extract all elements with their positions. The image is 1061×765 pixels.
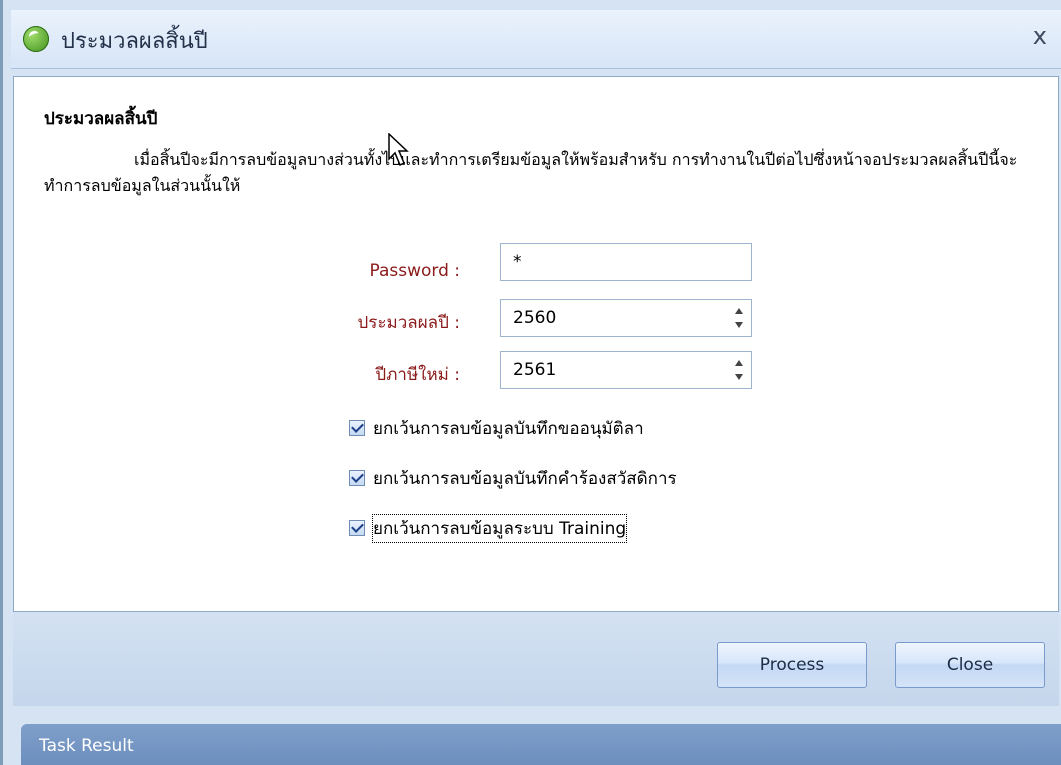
task-result-label: Task Result <box>39 736 134 756</box>
content-panel: ประมวลผลสิ้นปี เมื่อสิ้นปีจะมีการลบข้อมู… <box>13 76 1059 612</box>
spin-arrows-icon[interactable] <box>733 306 745 330</box>
section-heading: ประมวลผลสิ้นปี <box>44 109 158 129</box>
option-welfare-request[interactable]: ยกเว้นการลบข้อมูลบันทึกคำร้องสวัสดิการ <box>349 467 677 489</box>
process-button[interactable]: Process <box>717 642 867 688</box>
checkbox-checked-icon[interactable] <box>349 420 365 436</box>
footer-bar: Process Close <box>13 612 1059 706</box>
process-year-value: 2560 <box>513 308 557 328</box>
year-end-dialog: ประมวลผลสิ้นปี x ประมวลผลสิ้นปี เมื่อสิ้… <box>0 0 1061 765</box>
close-window-button[interactable]: x <box>1033 22 1047 50</box>
password-field[interactable]: * <box>500 243 752 281</box>
window-title: ประมวลผลสิ้นปี <box>61 29 208 54</box>
process-year-label: ประมวลผลปี : <box>357 313 460 333</box>
new-tax-year-stepper[interactable]: 2561 <box>500 351 752 389</box>
close-button[interactable]: Close <box>895 642 1045 688</box>
process-year-stepper[interactable]: 2560 <box>500 299 752 337</box>
option-leave-request[interactable]: ยกเว้นการลบข้อมูลบันทึกขออนุมัติลา <box>349 417 644 439</box>
password-label: Password : <box>369 261 460 281</box>
globe-refresh-icon <box>23 26 49 52</box>
new-tax-year-label: ปีภาษีใหม่ : <box>375 365 460 385</box>
title-bar: ประมวลผลสิ้นปี x <box>11 10 1061 69</box>
spin-arrows-icon[interactable] <box>733 358 745 382</box>
description-text: เมื่อสิ้นปีจะมีการลบข้อมูลบางส่วนทั้งไปแ… <box>44 150 1018 195</box>
task-result-panel[interactable]: Task Result <box>21 724 1061 765</box>
option-label: ยกเว้นการลบข้อมูลบันทึกคำร้องสวัสดิการ <box>373 468 677 489</box>
checkbox-checked-icon[interactable] <box>349 520 365 536</box>
checkbox-checked-icon[interactable] <box>349 470 365 486</box>
option-label: ยกเว้นการลบข้อมูลบันทึกขออนุมัติลา <box>373 418 644 439</box>
new-tax-year-value: 2561 <box>513 360 557 380</box>
option-training[interactable]: ยกเว้นการลบข้อมูลระบบ Training <box>349 513 628 543</box>
option-label: ยกเว้นการลบข้อมูลระบบ Training <box>371 513 628 543</box>
